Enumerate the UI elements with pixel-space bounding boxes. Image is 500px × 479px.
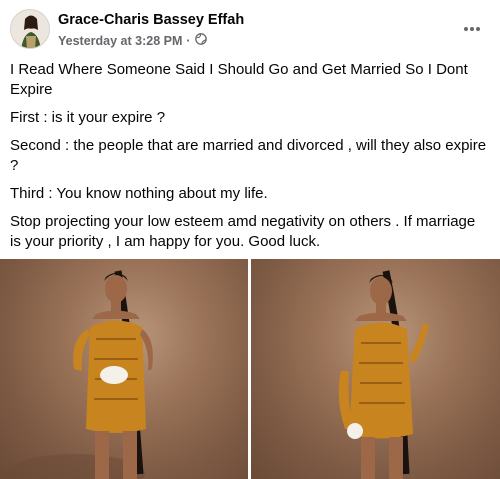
photo-grid bbox=[0, 259, 500, 479]
meta-separator: · bbox=[186, 33, 191, 48]
post-meta: Yesterday at 3:28 PM · bbox=[58, 33, 207, 48]
author-name[interactable]: Grace-Charis Bassey Effah bbox=[58, 12, 244, 28]
post-photo[interactable] bbox=[251, 259, 500, 479]
post-header: Grace-Charis Bassey Effah Yesterday at 3… bbox=[10, 9, 490, 53]
post-text: I Read Where Someone Said I Should Go an… bbox=[10, 60, 488, 260]
post-card: Grace-Charis Bassey Effah Yesterday at 3… bbox=[0, 0, 500, 479]
more-options-icon[interactable] bbox=[458, 15, 486, 43]
post-paragraph: I Read Where Someone Said I Should Go an… bbox=[10, 61, 468, 98]
post-paragraph: First : is it your expire ? bbox=[10, 109, 166, 126]
post-paragraph: Second : the people that are married and… bbox=[10, 137, 487, 174]
post-photo[interactable] bbox=[0, 259, 248, 479]
author-avatar[interactable] bbox=[10, 9, 50, 49]
post-timestamp[interactable]: Yesterday at 3:28 PM bbox=[58, 34, 182, 48]
globe-icon bbox=[194, 33, 207, 48]
post-paragraph: Third : You know nothing about my life. bbox=[10, 185, 268, 202]
post-paragraph: Stop projecting your low esteem amd nega… bbox=[10, 213, 476, 250]
